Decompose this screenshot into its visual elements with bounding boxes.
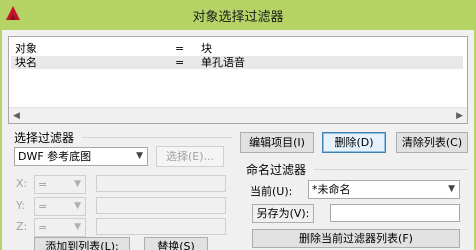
group-divider: [314, 169, 468, 170]
z-value-field[interactable]: [96, 218, 226, 235]
x-operator-select[interactable]: = ▼: [34, 175, 86, 194]
select-button[interactable]: 选择(E)...: [156, 146, 224, 167]
delete-current-filter-button[interactable]: 删除当前过滤器列表(F): [252, 229, 460, 248]
filter-key: 对象: [15, 42, 37, 55]
current-filter-select[interactable]: *未命名 ▼: [308, 180, 460, 199]
y-operator-value: =: [38, 200, 48, 213]
x-label: X:: [16, 177, 28, 190]
save-as-button[interactable]: 另存为(V):: [252, 204, 314, 223]
filter-type-select[interactable]: DWF 参考底图 ▼: [14, 147, 148, 166]
edit-item-button[interactable]: 编辑项目(I): [240, 132, 314, 153]
filter-value: 单孔语音: [201, 56, 245, 69]
select-filter-group-label: 选择过滤器: [14, 131, 75, 145]
x-operator-value: =: [38, 178, 48, 191]
horizontal-scrollbar[interactable]: ◀ ▶: [9, 107, 467, 123]
z-label: Z:: [16, 220, 28, 233]
replace-button[interactable]: 替换(S): [144, 237, 208, 250]
x-value-field[interactable]: [96, 175, 226, 192]
clear-list-button[interactable]: 清除列表(C): [396, 132, 468, 153]
scroll-left-icon[interactable]: ◀: [13, 111, 20, 121]
chevron-down-icon: ▼: [74, 201, 81, 211]
current-label: 当前(U):: [250, 185, 293, 198]
list-item[interactable]: 对象 = 块: [15, 42, 455, 55]
delete-button[interactable]: 删除(D): [322, 132, 386, 153]
list-item-selected[interactable]: 块名 = 单孔语音: [11, 56, 463, 69]
window-title: 对象选择过滤器: [192, 10, 284, 25]
add-to-list-button[interactable]: 添加到列表(L):: [34, 237, 130, 250]
y-value-field[interactable]: [96, 197, 226, 214]
filter-list[interactable]: 对象 = 块 块名 = 单孔语音 ◀ ▶: [8, 36, 468, 124]
z-operator-select[interactable]: = ▼: [34, 218, 86, 237]
filter-key: 块名: [15, 56, 37, 69]
y-operator-select[interactable]: = ▼: [34, 197, 86, 216]
scroll-right-icon[interactable]: ▶: [456, 111, 463, 121]
z-operator-value: =: [38, 221, 48, 234]
chevron-down-icon: ▼: [448, 184, 455, 194]
chevron-down-icon: ▼: [136, 151, 143, 161]
filter-type-value: DWF 参考底图: [18, 150, 92, 163]
named-filter-group-label: 命名过滤器: [246, 163, 307, 177]
group-divider: [82, 137, 232, 138]
filter-operator: =: [175, 42, 185, 55]
filter-value: 块: [201, 42, 212, 55]
chevron-down-icon: ▼: [74, 222, 81, 232]
title-bar[interactable]: 对象选择过滤器: [0, 0, 476, 30]
save-as-input[interactable]: [330, 204, 460, 222]
chevron-down-icon: ▼: [74, 179, 81, 189]
filter-operator: =: [175, 56, 185, 69]
current-filter-value: *未命名: [312, 183, 351, 196]
y-label: Y:: [16, 199, 25, 212]
